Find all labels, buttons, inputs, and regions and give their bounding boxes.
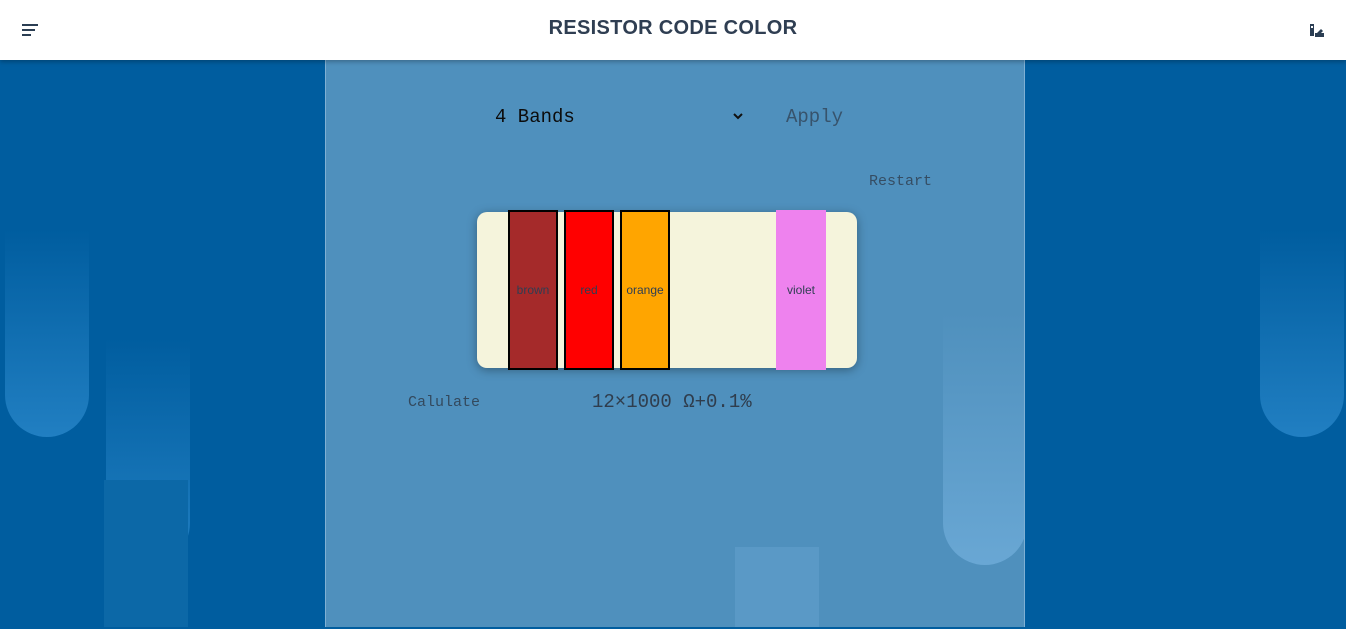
- background-drip: [1260, 60, 1344, 437]
- band-2[interactable]: red: [564, 210, 614, 370]
- panel-drip: [943, 60, 1024, 565]
- calculate-button[interactable]: Calulate: [408, 394, 480, 411]
- band-4[interactable]: violet: [776, 210, 826, 370]
- result-value: 12×1000 Ω+0.1%: [592, 391, 752, 413]
- band-1-label: brown: [516, 283, 550, 297]
- band-count-select[interactable]: 4 Bands: [494, 104, 746, 132]
- apply-button[interactable]: Apply: [786, 106, 843, 128]
- background-drip: [5, 60, 89, 437]
- panel-column: [735, 547, 819, 627]
- chevron-down-icon: [733, 113, 743, 120]
- palette-icon[interactable]: [1308, 21, 1326, 39]
- background-column: [104, 480, 188, 627]
- restart-button[interactable]: Restart: [869, 173, 932, 190]
- top-bar: RESISTOR CODE COLOR: [0, 0, 1346, 60]
- main-panel: 4 Bands Apply Restart brown red orange v…: [325, 60, 1025, 627]
- band-1[interactable]: brown: [508, 210, 558, 370]
- band-3[interactable]: orange: [620, 210, 670, 370]
- page-title: RESISTOR CODE COLOR: [548, 17, 798, 39]
- band-4-label: violet: [786, 283, 815, 297]
- resistor-body: brown red orange violet: [477, 210, 857, 370]
- band-3-label: orange: [626, 283, 664, 297]
- band-count-value: 4 Bands: [495, 106, 575, 128]
- band-2-label: red: [580, 283, 598, 297]
